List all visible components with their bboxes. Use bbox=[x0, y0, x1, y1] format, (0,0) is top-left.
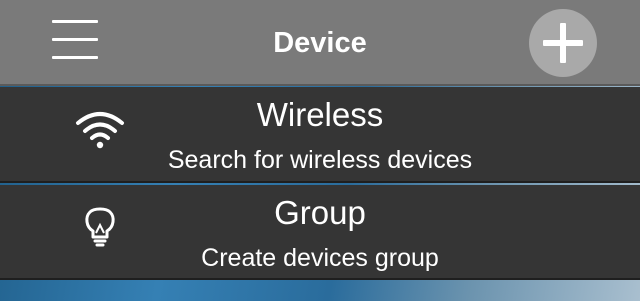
app-header: Device bbox=[0, 0, 640, 86]
menu-item-subtitle: Create devices group bbox=[201, 244, 439, 272]
menu-item-title: Wireless bbox=[256, 96, 384, 133]
hamburger-menu-icon bbox=[52, 20, 98, 23]
menu-button[interactable] bbox=[52, 18, 100, 62]
add-device-button[interactable] bbox=[529, 9, 597, 77]
plus-icon bbox=[543, 23, 583, 63]
menu-item-subtitle: Search for wireless devices bbox=[167, 146, 473, 174]
menu-item-group[interactable]: Group Create devices group bbox=[0, 185, 640, 280]
hamburger-menu-icon-bar bbox=[52, 56, 98, 59]
menu-item-wireless[interactable]: Wireless Search for wireless devices bbox=[0, 87, 640, 183]
hamburger-menu-icon-bar bbox=[52, 38, 98, 41]
menu-item-title: Group bbox=[274, 194, 366, 231]
